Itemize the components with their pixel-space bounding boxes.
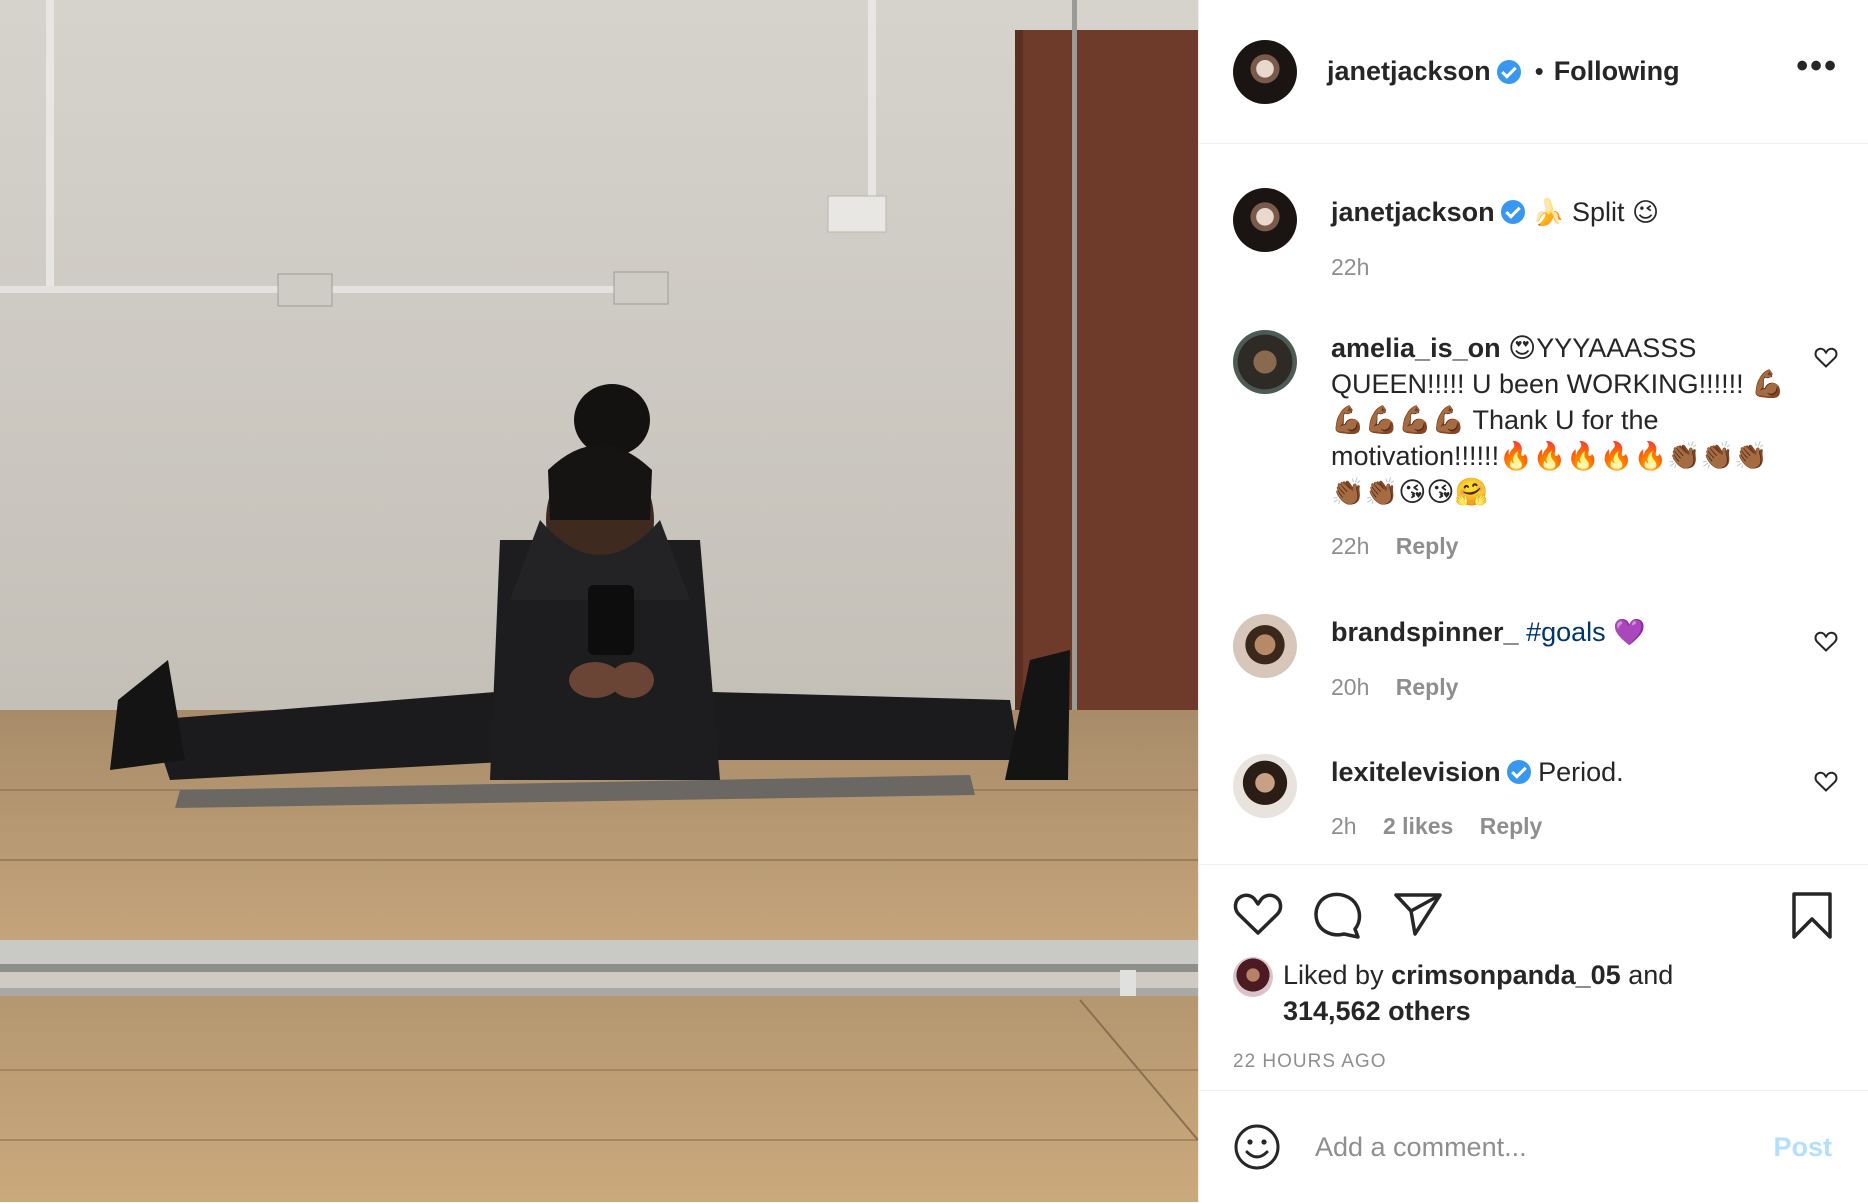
caption-text: Split <box>1571 197 1625 227</box>
paper-plane-icon[interactable] <box>1393 891 1443 937</box>
post-header: janetjackson • Following ••• <box>1199 0 1868 144</box>
likes-count[interactable]: 314,562 others <box>1283 996 1471 1026</box>
caption-avatar[interactable] <box>1233 188 1297 252</box>
comment-body: lexitelevision Period. 2h 2 likes Reply <box>1331 754 1801 844</box>
author-avatar[interactable] <box>1233 39 1297 104</box>
commenter-avatar[interactable] <box>1233 614 1297 678</box>
separator-dot: • <box>1534 56 1544 86</box>
liked-by-and: and <box>1628 960 1674 990</box>
hashtag-link[interactable]: #goals <box>1526 617 1606 647</box>
comment-item: lexitelevision Period. 2h 2 likes Reply <box>1233 754 1838 844</box>
more-options-icon[interactable]: ••• <box>1796 49 1838 83</box>
comment-meta: 20h Reply <box>1331 669 1801 705</box>
reply-button[interactable]: Reply <box>1396 533 1459 559</box>
comment-meta: 22h Reply <box>1331 528 1801 564</box>
comment-like-heart-icon[interactable] <box>1814 630 1838 652</box>
caption-username[interactable]: janetjackson <box>1331 197 1495 227</box>
comments-list: janetjackson 🍌 Split 😉 22h amelia_is_on … <box>1199 144 1868 864</box>
caption-meta: 22h <box>1331 249 1801 285</box>
reply-button[interactable]: Reply <box>1480 813 1543 839</box>
post-comment-button[interactable]: Post <box>1767 1131 1838 1164</box>
caption-body: janetjackson 🍌 Split 😉 22h <box>1331 194 1801 285</box>
comment-body: brandspinner_ #goals 💜 20h Reply <box>1331 614 1801 705</box>
action-icons <box>1233 891 1834 941</box>
comment-like-heart-icon[interactable] <box>1814 770 1838 792</box>
post-actions: Liked by crimsonpanda_05 and 314,562 oth… <box>1199 864 1868 1072</box>
liked-by: Liked by crimsonpanda_05 and 314,562 oth… <box>1233 957 1834 1029</box>
comment-item: brandspinner_ #goals 💜 20h Reply <box>1233 614 1838 705</box>
comment-username[interactable]: brandspinner_ <box>1331 617 1519 647</box>
banana-emoji: 🍌 <box>1532 198 1565 228</box>
comment-text: Period. <box>1538 757 1624 787</box>
reply-button[interactable]: Reply <box>1396 674 1459 700</box>
comment-input[interactable] <box>1313 1130 1768 1164</box>
add-comment-bar: Post <box>1199 1090 1868 1203</box>
comment-username[interactable]: lexitelevision <box>1331 757 1501 787</box>
author-username[interactable]: janetjackson <box>1327 56 1491 87</box>
comment-time[interactable]: 2h <box>1331 813 1357 839</box>
verified-badge-icon <box>1500 200 1525 224</box>
comment-time[interactable]: 22h <box>1331 533 1369 559</box>
post-sidebar: janetjackson • Following ••• janetjackso… <box>1198 0 1868 1202</box>
post-photo[interactable] <box>0 0 1198 1202</box>
verified-badge-icon <box>1496 59 1521 84</box>
wink-emoji: 😉 <box>1632 198 1660 228</box>
author-info: janetjackson • Following <box>1327 56 1680 87</box>
liked-by-text: Liked by crimsonpanda_05 and 314,562 oth… <box>1283 957 1673 1029</box>
comment-bubble-icon[interactable] <box>1313 891 1363 939</box>
comment-body: amelia_is_on 😍YYYAAASSS QUEEN!!!!! U bee… <box>1331 330 1801 564</box>
liker-username[interactable]: crimsonpanda_05 <box>1391 960 1621 990</box>
following-button[interactable]: Following <box>1554 56 1680 87</box>
liker-avatar[interactable] <box>1233 957 1273 997</box>
comment-time[interactable]: 20h <box>1331 674 1369 700</box>
comment-likes[interactable]: 2 likes <box>1383 813 1453 839</box>
heart-icon[interactable] <box>1233 891 1283 937</box>
photo-illustration <box>0 0 1198 1202</box>
liked-by-prefix: Liked by <box>1283 960 1384 990</box>
caption-time[interactable]: 22h <box>1331 254 1369 280</box>
post-timestamp[interactable]: 22 HOURS AGO <box>1233 1051 1387 1073</box>
instagram-post: janetjackson • Following ••• janetjackso… <box>0 0 1868 1202</box>
commenter-avatar[interactable] <box>1233 754 1297 818</box>
comment-item: amelia_is_on 😍YYYAAASSS QUEEN!!!!! U bee… <box>1233 330 1838 564</box>
comment-username[interactable]: amelia_is_on <box>1331 333 1501 363</box>
purple-heart-emoji: 💜 <box>1613 618 1646 648</box>
caption: janetjackson 🍌 Split 😉 22h <box>1233 188 1838 285</box>
commenter-avatar[interactable] <box>1233 330 1297 394</box>
smiley-icon[interactable] <box>1233 1123 1281 1171</box>
bookmark-icon[interactable] <box>1790 891 1834 941</box>
comment-meta: 2h 2 likes Reply <box>1331 808 1801 844</box>
verified-badge-icon <box>1506 760 1531 784</box>
comment-like-heart-icon[interactable] <box>1814 346 1838 368</box>
